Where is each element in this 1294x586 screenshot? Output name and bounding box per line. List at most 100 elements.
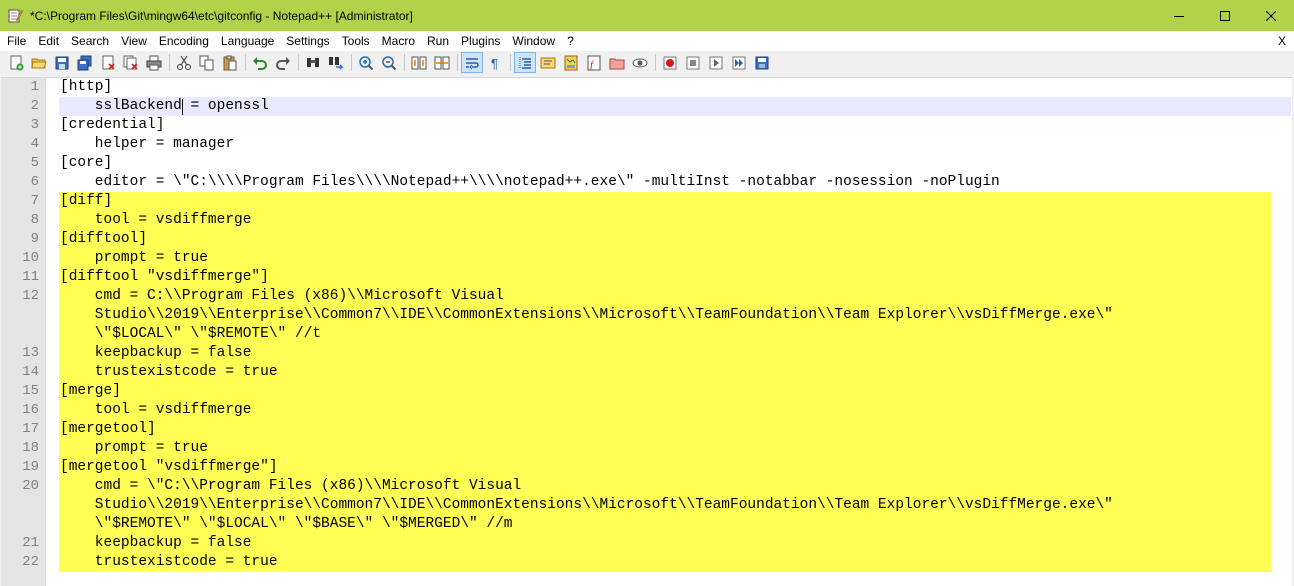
code-line[interactable]: 12 cmd = C:\\Program Files (x86)\\Micros… <box>1 287 1292 306</box>
code-line[interactable]: 2 sslBackend = openssl <box>1 97 1292 116</box>
code-line[interactable]: 20 cmd = \"C:\\Program Files (x86)\\Micr… <box>1 477 1292 496</box>
close-document-button[interactable]: X <box>1278 31 1286 51</box>
code-line[interactable]: 11 [difftool "vsdiffmerge"] <box>1 268 1292 287</box>
code-line[interactable]: 21 keepbackup = false <box>1 534 1292 553</box>
menu-tools[interactable]: Tools <box>336 31 376 51</box>
code-line[interactable]: 16 tool = vsdiffmerge <box>1 401 1292 420</box>
menu-view[interactable]: View <box>115 31 153 51</box>
zoom-out-button[interactable] <box>378 52 400 73</box>
line-text[interactable]: Studio\\2019\\Enterprise\\Common7\\IDE\\… <box>60 496 1113 515</box>
line-text[interactable]: Studio\\2019\\Enterprise\\Common7\\IDE\\… <box>60 306 1113 325</box>
code-line[interactable]: \"$REMOTE\" \"$LOCAL\" \"$BASE\" \"$MERG… <box>1 515 1292 534</box>
zoom-in-button[interactable] <box>355 52 377 73</box>
print-button[interactable] <box>143 52 165 73</box>
copy-button[interactable] <box>196 52 218 73</box>
redo-button[interactable] <box>272 52 294 73</box>
menu-help[interactable]: ? <box>561 31 580 51</box>
code-line[interactable]: 7 [diff] <box>1 192 1292 211</box>
line-text[interactable]: trustexistcode = true <box>60 553 278 572</box>
stop-record-button[interactable] <box>682 52 704 73</box>
document-map-button[interactable] <box>560 52 582 73</box>
undo-button[interactable] <box>249 52 271 73</box>
record-macro-button[interactable] <box>659 52 681 73</box>
menu-window[interactable]: Window <box>506 31 561 51</box>
menu-file[interactable]: File <box>0 31 32 51</box>
code-line[interactable]: \"$LOCAL\" \"$REMOTE\" //t <box>1 325 1292 344</box>
line-text[interactable]: [difftool "vsdiffmerge"] <box>60 268 269 287</box>
code-line[interactable]: 5 [core] <box>1 154 1292 173</box>
notepadpp-app-icon[interactable] <box>7 8 23 24</box>
code-line[interactable]: 18 prompt = true <box>1 439 1292 458</box>
line-text[interactable]: trustexistcode = true <box>60 363 278 382</box>
code-line[interactable]: Studio\\2019\\Enterprise\\Common7\\IDE\\… <box>1 496 1292 515</box>
code-line[interactable]: 3 [credential] <box>1 116 1292 135</box>
word-wrap-button[interactable] <box>461 52 483 73</box>
find-button[interactable] <box>302 52 324 73</box>
monitoring-button[interactable] <box>629 52 651 73</box>
code-line[interactable]: 8 tool = vsdiffmerge <box>1 211 1292 230</box>
line-text[interactable]: helper = manager <box>60 135 234 154</box>
minimize-button[interactable] <box>1156 0 1202 31</box>
menu-edit[interactable]: Edit <box>32 31 65 51</box>
line-text[interactable]: \"$LOCAL\" \"$REMOTE\" //t <box>60 325 321 344</box>
line-text[interactable]: editor = \"C:\\\\Program Files\\\\Notepa… <box>60 173 1000 192</box>
line-text[interactable]: [merge] <box>60 382 121 401</box>
code-line[interactable]: 17 [mergetool] <box>1 420 1292 439</box>
indent-guide-button[interactable] <box>514 52 536 73</box>
replace-button[interactable] <box>325 52 347 73</box>
save-all-button[interactable] <box>74 52 96 73</box>
folder-workspace-button[interactable] <box>606 52 628 73</box>
code-line[interactable]: 15 [merge] <box>1 382 1292 401</box>
save-button[interactable] <box>51 52 73 73</box>
code-line[interactable]: 22 trustexistcode = true <box>1 553 1292 572</box>
play-macro-button[interactable] <box>705 52 727 73</box>
menu-language[interactable]: Language <box>215 31 280 51</box>
code-line[interactable]: 14 trustexistcode = true <box>1 363 1292 382</box>
line-text[interactable]: tool = vsdiffmerge <box>60 211 252 230</box>
menu-plugins[interactable]: Plugins <box>455 31 506 51</box>
menu-settings[interactable]: Settings <box>280 31 335 51</box>
function-list-button[interactable]: f <box>583 52 605 73</box>
close-all-button[interactable] <box>120 52 142 73</box>
title-bar[interactable]: *C:\Program Files\Git\mingw64\etc\gitcon… <box>0 0 1294 31</box>
cut-button[interactable] <box>173 52 195 73</box>
code-line[interactable]: 13 keepbackup = false <box>1 344 1292 363</box>
code-line[interactable]: 19 [mergetool "vsdiffmerge"] <box>1 458 1292 477</box>
line-text[interactable]: sslBackend = openssl <box>60 97 269 116</box>
code-line[interactable]: 9 [difftool] <box>1 230 1292 249</box>
line-text[interactable]: [credential] <box>60 116 164 135</box>
sync-horizontal-button[interactable] <box>431 52 453 73</box>
save-macro-button[interactable] <box>751 52 773 73</box>
maximize-button[interactable] <box>1202 0 1248 31</box>
line-text[interactable]: prompt = true <box>60 249 208 268</box>
line-text[interactable]: [mergetool "vsdiffmerge"] <box>60 458 278 477</box>
line-text[interactable]: cmd = C:\\Program Files (x86)\\Microsoft… <box>60 287 504 306</box>
close-window-button[interactable] <box>1248 0 1294 31</box>
new-file-button[interactable] <box>5 52 27 73</box>
code-line[interactable]: 4 helper = manager <box>1 135 1292 154</box>
play-macro-multiple-button[interactable] <box>728 52 750 73</box>
language-button[interactable] <box>537 52 559 73</box>
editor[interactable]: 1 [http] 2 sslBackend = openssl 3 [credentia… <box>1 77 1292 586</box>
sync-vertical-button[interactable] <box>408 52 430 73</box>
close-button[interactable] <box>97 52 119 73</box>
paste-button[interactable] <box>219 52 241 73</box>
line-text[interactable]: \"$REMOTE\" \"$LOCAL\" \"$BASE\" \"$MERG… <box>60 515 513 534</box>
line-text[interactable]: cmd = \"C:\\Program Files (x86)\\Microso… <box>60 477 521 496</box>
menu-run[interactable]: Run <box>421 31 455 51</box>
line-text[interactable]: prompt = true <box>60 439 208 458</box>
open-file-button[interactable] <box>28 52 50 73</box>
menu-macro[interactable]: Macro <box>376 31 421 51</box>
code-lines[interactable]: 1 [http] 2 sslBackend = openssl 3 [credentia… <box>1 78 1292 572</box>
line-text[interactable]: tool = vsdiffmerge <box>60 401 252 420</box>
line-text[interactable]: [diff] <box>60 192 112 211</box>
line-text[interactable]: keepbackup = false <box>60 534 252 553</box>
code-line[interactable]: 1 [http] <box>1 78 1292 97</box>
line-text[interactable]: [core] <box>60 154 112 173</box>
show-all-chars-button[interactable]: ¶ <box>484 52 506 73</box>
code-line[interactable]: Studio\\2019\\Enterprise\\Common7\\IDE\\… <box>1 306 1292 325</box>
line-text[interactable]: keepbackup = false <box>60 344 252 363</box>
line-text[interactable]: [mergetool] <box>60 420 156 439</box>
menu-encoding[interactable]: Encoding <box>153 31 215 51</box>
menu-search[interactable]: Search <box>65 31 115 51</box>
